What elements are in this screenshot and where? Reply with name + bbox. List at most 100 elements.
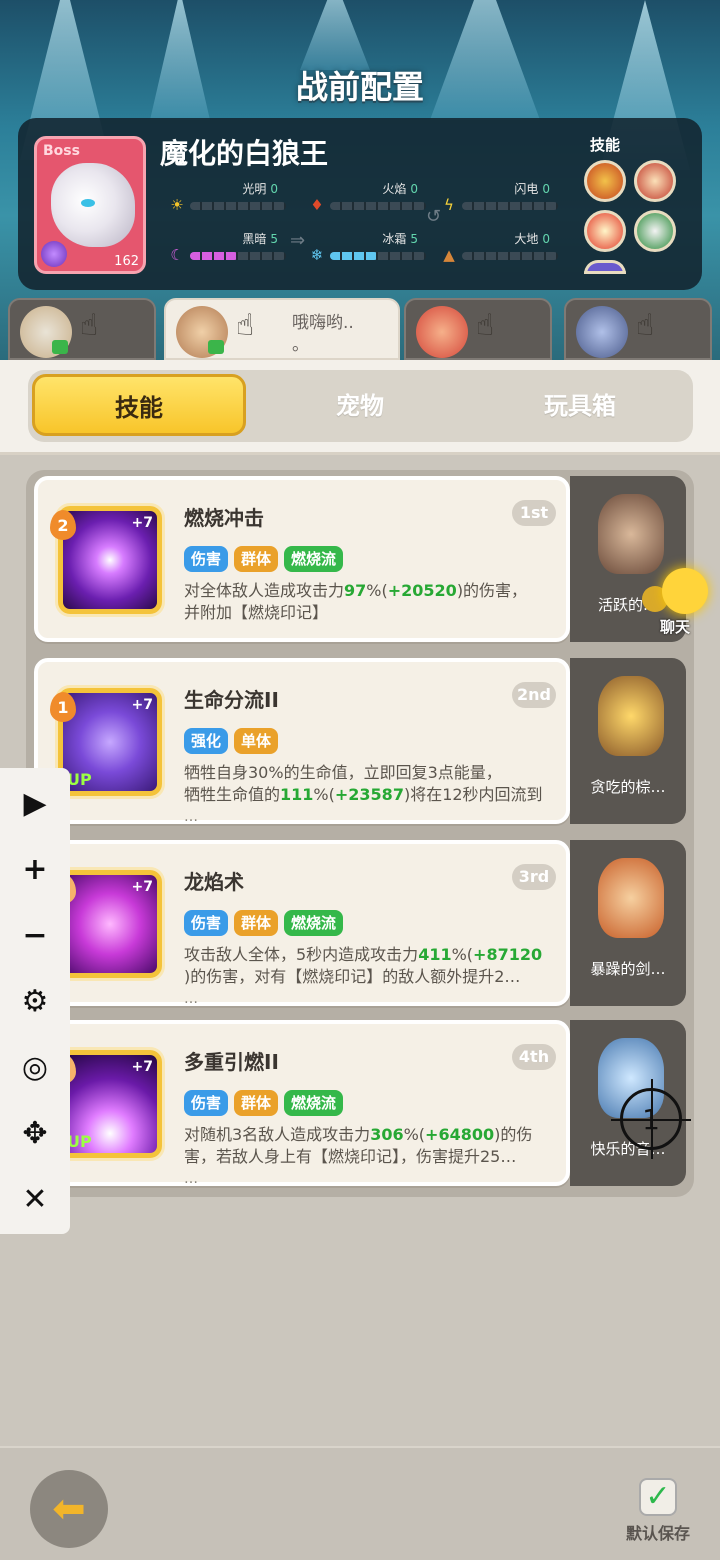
pet-figure-icon: [598, 858, 664, 938]
boss-skills-label: 技能: [589, 136, 620, 154]
like-hand-icon[interactable]: ☝: [476, 308, 494, 343]
element-frost: 冰霜 5 ❄: [308, 230, 432, 264]
play-icon[interactable]: ▶: [0, 774, 70, 834]
online-badge-icon: [208, 340, 224, 354]
bottom-bar: ⬅ ✓ 默认保存: [0, 1446, 720, 1560]
tab-skills[interactable]: 技能: [32, 374, 246, 436]
skill-tag: 群体: [234, 910, 279, 936]
arrow-decoration: ⇒: [290, 230, 306, 251]
checkmark-icon: ✓: [639, 1478, 677, 1516]
skill-plus: +7: [131, 697, 153, 713]
minus-icon[interactable]: −: [0, 906, 70, 966]
player-slot-3[interactable]: ☝: [404, 298, 552, 360]
element-fill: [190, 252, 238, 260]
skill-rank: 2nd: [512, 682, 556, 708]
pet-slot-3[interactable]: 暴躁的剑…: [570, 840, 686, 1006]
skill-card-2[interactable]: +7 UP 1 生命分流II 2nd 强化 单体 牺牲自身30%的生命值，立即回…: [34, 658, 570, 825]
crosshair-target-icon[interactable]: 1: [611, 1079, 691, 1159]
skill-card-1[interactable]: +7 2 燃烧冲击 1st 伤害 群体 燃烧流 对全体敌人造成攻击力97%(+2…: [34, 476, 570, 642]
skill-tags: 伤害 群体 燃烧流: [184, 546, 344, 572]
player-slot-1[interactable]: ☝: [8, 298, 156, 360]
plus-icon[interactable]: +: [0, 840, 70, 900]
default-save-button[interactable]: ✓ 默认保存: [618, 1478, 698, 1544]
online-badge-icon: [52, 340, 68, 354]
skill-tags: 伤害 群体 燃烧流: [184, 1090, 344, 1116]
page-title: 战前配置: [295, 68, 424, 106]
save-label: 默认保存: [625, 1524, 690, 1543]
skill-tag: 群体: [234, 1090, 279, 1116]
skill-tag: 伤害: [184, 1090, 229, 1116]
player-avatar: [576, 306, 628, 358]
skill-tag: 强化: [184, 728, 229, 754]
element-earth: 大地 0 ▲: [440, 230, 564, 264]
tab-toybox[interactable]: 玩具箱: [470, 370, 690, 442]
skill-description: 攻击敌人全体，5秒内造成攻击力411%(+87120 )的伤害，对有【燃烧印记】…: [184, 945, 543, 1007]
skill-title: 龙焰术: [184, 870, 244, 894]
skill-title: 生命分流II: [184, 688, 279, 712]
category-tab-area: 技能 宠物 玩具箱: [0, 360, 720, 455]
skill-rank: 3rd: [512, 864, 556, 890]
skill-tag: 燃烧流: [284, 910, 344, 936]
player-chat-text: 哦嗨哟.. 。: [292, 313, 354, 355]
chat-face-icon: [662, 568, 708, 614]
skill-tag: 单体: [234, 728, 279, 754]
category-tab-bar: 技能 宠物 玩具箱: [28, 370, 693, 442]
skill-title: 燃烧冲击: [184, 506, 264, 530]
chat-label: 聊天: [660, 618, 691, 636]
like-hand-icon[interactable]: ☝: [80, 308, 98, 343]
skill-plus: +7: [131, 879, 153, 895]
like-hand-icon[interactable]: ☝: [636, 308, 654, 343]
skill-title: 多重引燃II: [184, 1050, 279, 1074]
element-value: 0: [542, 182, 550, 196]
element-value: 0: [542, 232, 550, 246]
skill-tags: 伤害 群体 燃烧流: [184, 910, 344, 936]
skill-card-3[interactable]: +7 3 龙焰术 3rd 伤害 群体 燃烧流 攻击敌人全体，5秒内造成攻击力41…: [34, 840, 570, 1007]
pet-name: 暴躁的剑…: [590, 960, 666, 978]
boss-skill-icon[interactable]: [584, 260, 626, 274]
skill-tags: 强化 单体: [184, 728, 279, 754]
element-value: 5: [410, 232, 418, 246]
element-name: 光明: [242, 182, 267, 196]
player-slot-4[interactable]: ☝: [564, 298, 712, 360]
move-icon[interactable]: ✥: [0, 1104, 70, 1164]
moon-icon: ☾: [170, 246, 184, 264]
element-name: 火焰: [382, 182, 407, 196]
back-arrow-icon[interactable]: ⬅: [30, 1470, 108, 1548]
element-lightning: 闪电 0 ϟ: [440, 180, 564, 214]
pet-slot-2[interactable]: 贪吃的棕…: [570, 658, 686, 824]
skill-tag: 伤害: [184, 546, 229, 572]
boss-portrait-card[interactable]: Boss 162: [34, 136, 146, 274]
player-avatar: [416, 306, 468, 358]
chat-button[interactable]: 聊天: [642, 568, 712, 638]
skill-plus: +7: [131, 515, 153, 531]
sun-icon: ☀: [170, 196, 184, 214]
player-slot-2[interactable]: ☝ 哦嗨哟.. 。: [164, 298, 400, 360]
skill-tag: 燃烧流: [284, 1090, 344, 1116]
element-value: 0: [270, 182, 278, 196]
eye-hidden-icon[interactable]: ◎: [0, 1038, 70, 1098]
gear-icon[interactable]: ⚙: [0, 972, 70, 1032]
element-name: 黑暗: [242, 232, 267, 246]
skill-card-4[interactable]: +7 UP 3 多重引燃II 4th 伤害 群体 燃烧流 对随机3名敌人造成攻击…: [34, 1020, 570, 1187]
floating-toolbar: ▶ + − ⚙ ◎ ✥ ✕: [0, 768, 70, 1234]
skill-description: 对全体敌人造成攻击力97%(+20520)的伤害， 并附加【燃烧印记】: [184, 581, 528, 622]
skill-rank: 4th: [512, 1044, 556, 1070]
boss-skill-icon[interactable]: [634, 160, 676, 202]
skill-level-badge: 2: [50, 510, 76, 540]
close-icon[interactable]: ✕: [0, 1170, 70, 1230]
boss-skill-icon[interactable]: [584, 160, 626, 202]
element-light: 光明 0 ☀: [168, 180, 292, 214]
element-name: 冰霜: [382, 232, 407, 246]
earth-icon: ▲: [443, 246, 455, 264]
pet-figure-icon: [598, 676, 664, 756]
boss-skill-icon[interactable]: [634, 210, 676, 252]
tab-pets[interactable]: 宠物: [250, 370, 470, 442]
crosshair-number: 1: [642, 1103, 660, 1136]
element-fire: 火焰 0 ♦: [308, 180, 432, 214]
pet-name: 贪吃的棕…: [590, 778, 666, 796]
arrow-decoration: ↺: [426, 206, 442, 227]
element-fill: [330, 252, 378, 260]
skill-tag: 燃烧流: [284, 546, 344, 572]
like-hand-icon[interactable]: ☝: [236, 308, 254, 343]
boss-skill-icon[interactable]: [584, 210, 626, 252]
